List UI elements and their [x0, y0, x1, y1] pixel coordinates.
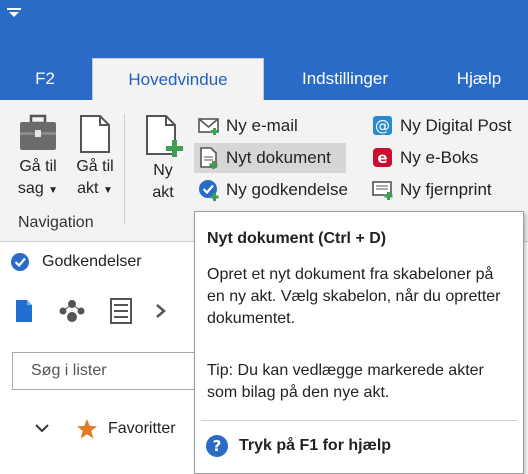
svg-text:e: e [377, 149, 387, 167]
svg-text:@: @ [375, 117, 390, 135]
more-icon[interactable] [156, 301, 166, 321]
group-navigation-label: Navigation [18, 214, 94, 231]
tooltip-tip: Tip: Du kan vedlægge markerede akter som… [207, 362, 484, 401]
goto-record-button[interactable]: Gå til akt ▼ [70, 114, 120, 202]
eboks-icon: e [372, 147, 394, 169]
goto-case-button[interactable]: Gå til sag ▼ [10, 114, 66, 202]
quick-access-dropdown-icon[interactable] [7, 8, 21, 18]
star-icon [77, 419, 97, 439]
tooltip-divider [201, 420, 517, 421]
favorites-label: Favoritter [108, 420, 176, 437]
tooltip-body: Opret et nyt dokument fra skabeloner på … [207, 266, 501, 327]
svg-text:?: ? [213, 437, 222, 455]
chevron-down-icon: ▼ [102, 185, 113, 196]
goto-record-label-line2: akt [77, 180, 99, 197]
list-icon[interactable] [110, 298, 132, 324]
new-email-button[interactable]: Ny e-mail [194, 111, 298, 141]
tooltip-help: ? Tryk på F1 for hjælp [205, 434, 391, 458]
remote-print-icon [372, 179, 394, 201]
approval-check-icon [11, 253, 29, 271]
tab-hjaelp[interactable]: Hjælp [430, 58, 528, 100]
document-plus-icon [198, 147, 220, 169]
new-remote-print-button[interactable]: Ny fjernprint [368, 175, 492, 205]
new-eboks-button[interactable]: e Ny e-Boks [368, 143, 478, 173]
briefcase-icon [20, 114, 56, 150]
new-document-button[interactable]: Nyt dokument [194, 143, 346, 173]
new-document-plus-icon [146, 115, 183, 157]
users-group-icon[interactable] [58, 298, 86, 324]
digital-post-at-icon: @ [372, 115, 394, 137]
goto-case-label-line2: sag [17, 180, 44, 197]
pane-title: Godkendelser [42, 253, 142, 270]
goto-record-label-line1: Gå til [76, 158, 114, 175]
new-digital-post-label: Ny Digital Post [400, 116, 512, 135]
pane-toolbar [14, 298, 166, 324]
new-record-label-line2: akt [152, 184, 174, 201]
email-icon [198, 115, 220, 137]
new-digital-post-button[interactable]: @ Ny Digital Post [368, 111, 511, 141]
search-input[interactable]: Søg i lister [12, 352, 212, 390]
chevron-down-icon[interactable] [34, 423, 50, 435]
tooltip-help-label: Tryk på F1 for hjælp [239, 437, 392, 454]
tab-f2[interactable]: F2 [0, 58, 90, 100]
new-email-label: Ny e-mail [226, 116, 298, 135]
ribbon-separator [124, 114, 125, 224]
new-document-label: Nyt dokument [226, 148, 331, 167]
document-icon[interactable] [14, 299, 34, 323]
help-icon: ? [206, 435, 228, 457]
favorites-row[interactable]: Favoritter [34, 418, 176, 440]
new-approval-label: Ny godkendelse [226, 180, 348, 199]
approval-check-icon [198, 179, 220, 201]
tab-indstillinger[interactable]: Indstillinger [270, 58, 420, 100]
new-eboks-label: Ny e-Boks [400, 148, 479, 167]
new-document-tooltip: Nyt dokument (Ctrl + D) Opret et nyt dok… [194, 211, 524, 474]
document-icon [80, 115, 110, 153]
new-record-label-line1: Ny [153, 162, 173, 179]
new-approval-button[interactable]: Ny godkendelse [194, 175, 348, 205]
pane-header: Godkendelser [10, 252, 142, 272]
chevron-down-icon: ▼ [48, 185, 59, 196]
new-remote-print-label: Ny fjernprint [400, 180, 492, 199]
new-record-button[interactable]: Ny akt [136, 114, 190, 204]
tab-hovedvindue[interactable]: Hovedvindue [92, 58, 264, 100]
goto-case-label-line1: Gå til [19, 158, 57, 175]
tooltip-title: Nyt dokument (Ctrl + D) [207, 230, 387, 247]
